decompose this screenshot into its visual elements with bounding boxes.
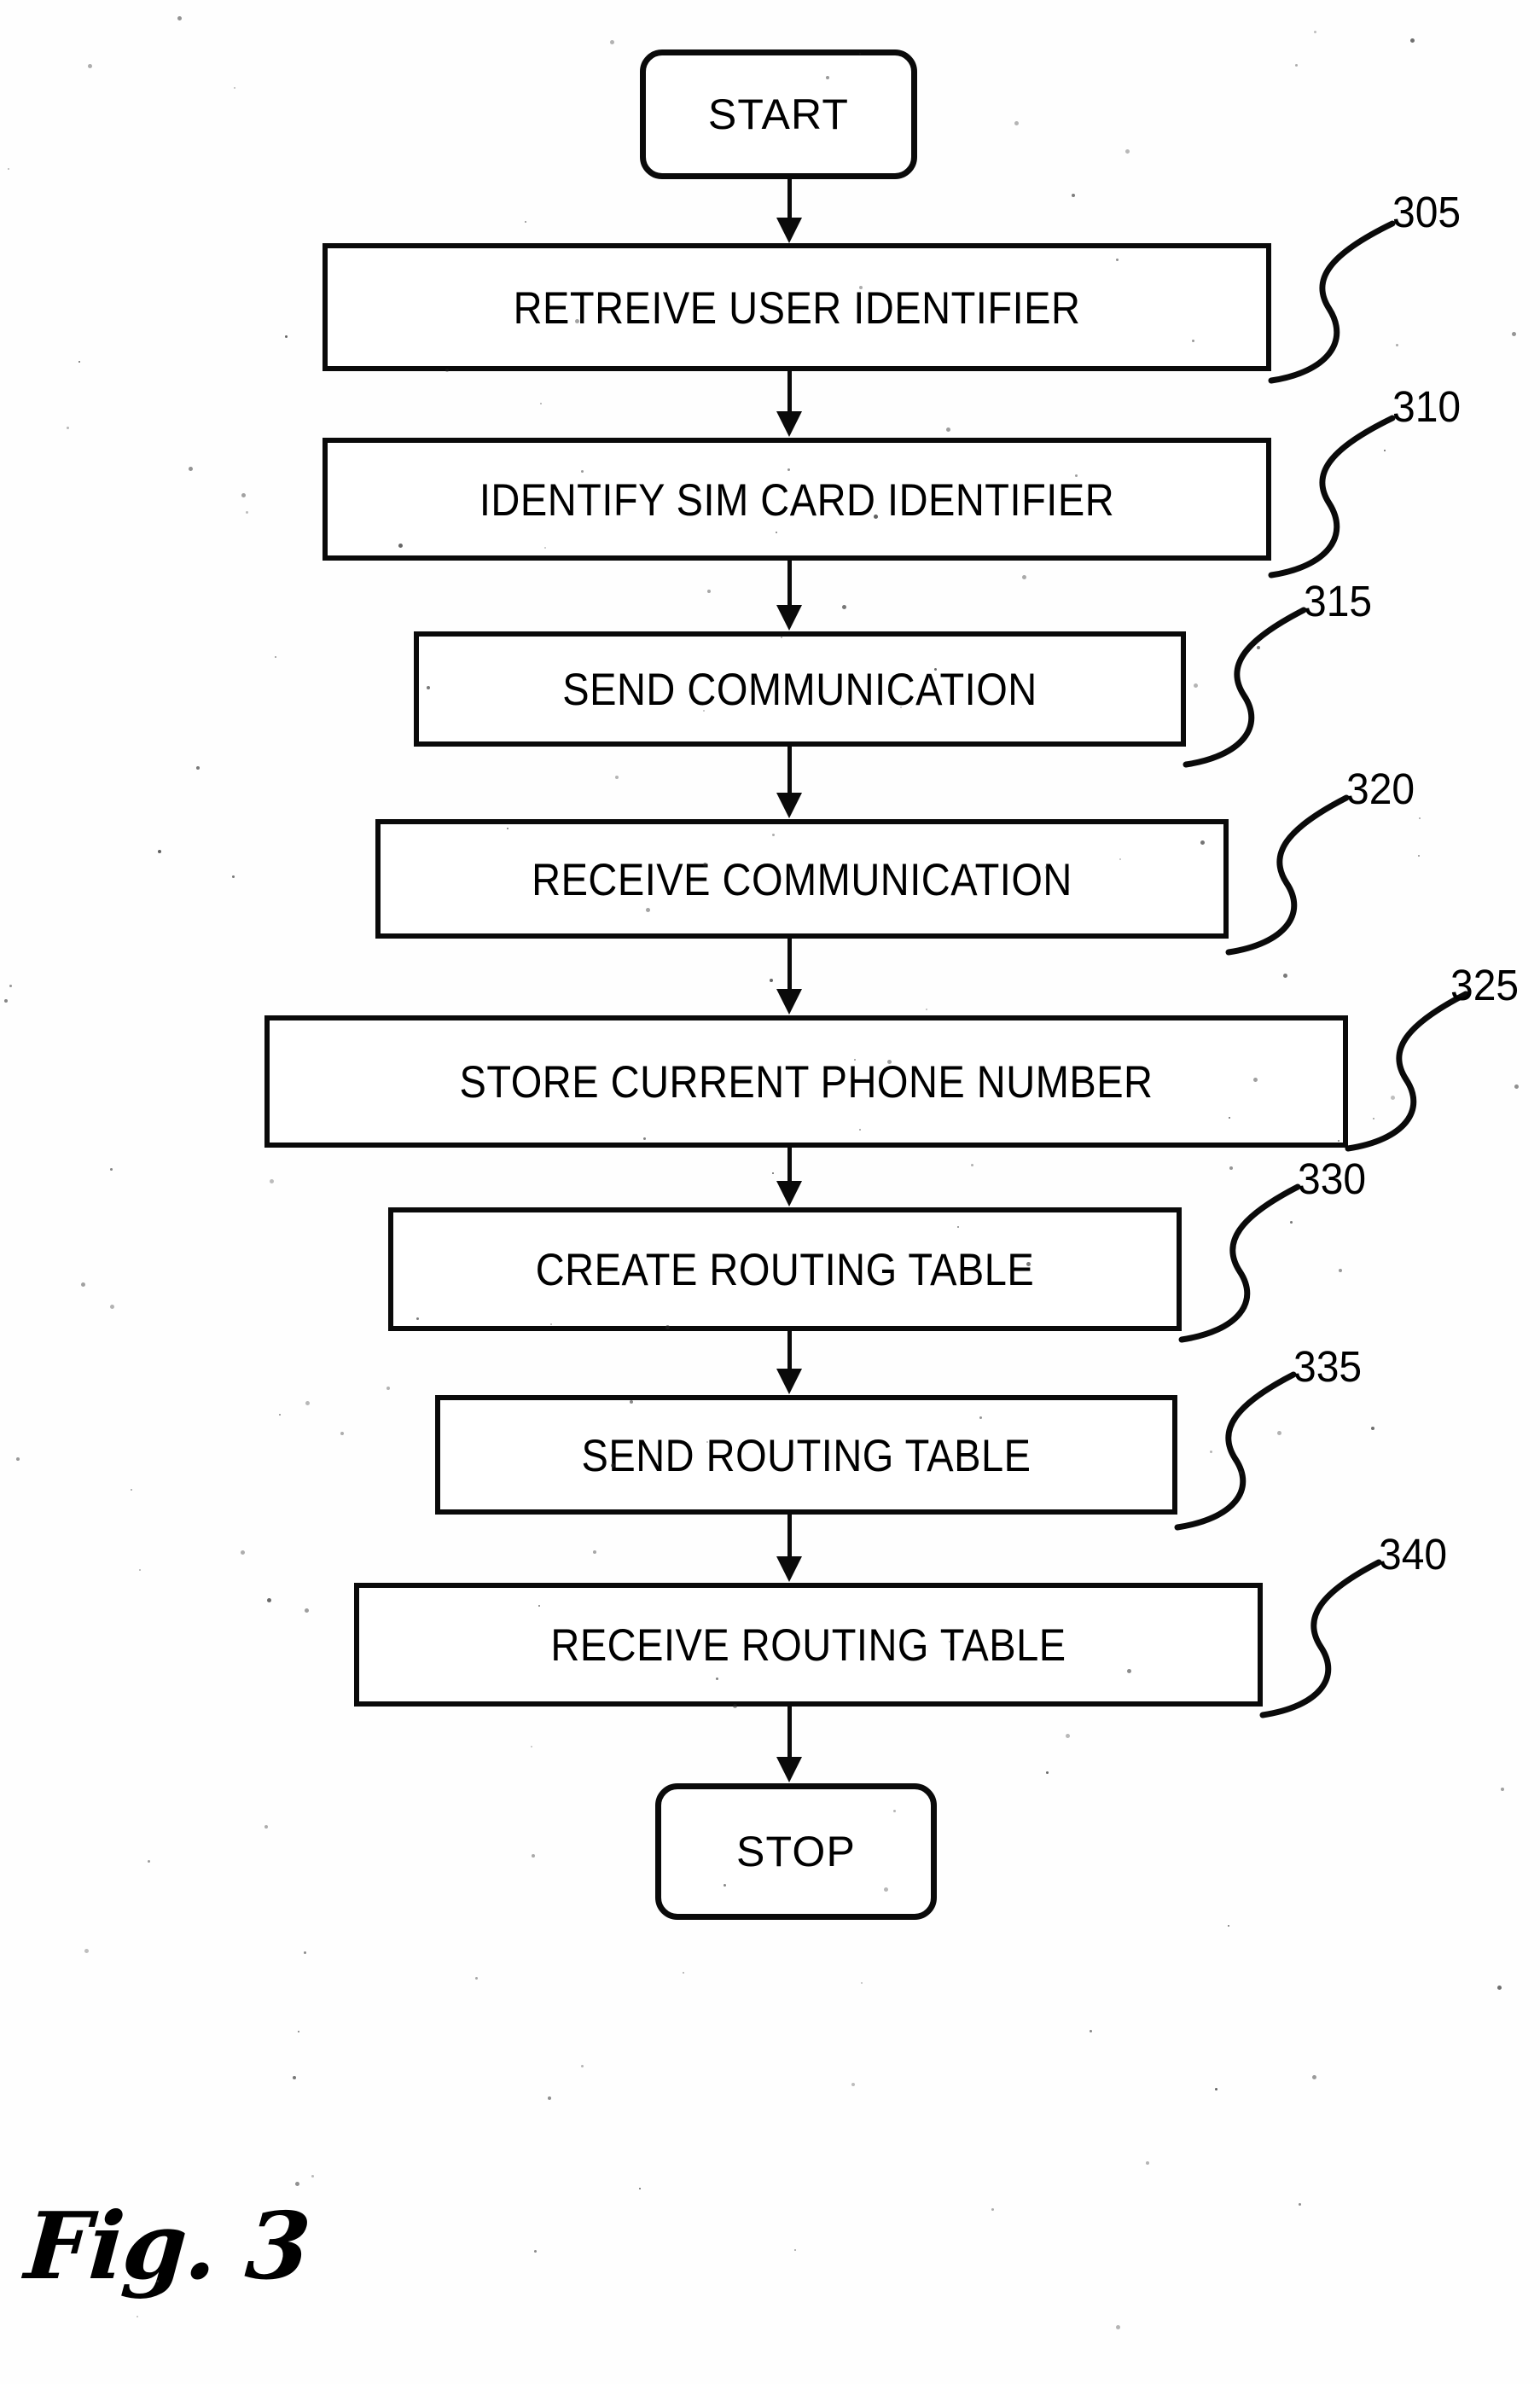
node-305-label: RETREIVE USER IDENTIFIER (513, 282, 1081, 333)
node-330-label: CREATE ROUTING TABLE (535, 1243, 1035, 1295)
leadline-310 (1268, 408, 1430, 579)
node-310-label: IDENTIFY SIM CARD IDENTIFIER (479, 474, 1115, 525)
refnum-330: 330 (1298, 1155, 1367, 1204)
node-send-routing-table: SEND ROUTING TABLE (435, 1395, 1177, 1515)
patent-figure-sheet: START RETREIVE USER IDENTIFIER IDENTIFY … (0, 0, 1540, 2384)
figure-caption: Fig. 3 (21, 2193, 312, 2300)
node-start: START (640, 49, 917, 179)
node-send-communication: SEND COMMUNICATION (414, 631, 1186, 747)
node-retreive-user-identifier: RETREIVE USER IDENTIFIER (323, 243, 1271, 371)
node-340-label: RECEIVE ROUTING TABLE (550, 1619, 1066, 1671)
node-320-label: RECEIVE COMMUNICATION (532, 853, 1072, 904)
refnum-315: 315 (1304, 578, 1373, 626)
refnum-335: 335 (1293, 1343, 1363, 1392)
node-stop: STOP (655, 1783, 937, 1920)
refnum-320: 320 (1346, 765, 1415, 814)
node-store-current-phone-number: STORE CURRENT PHONE NUMBER (264, 1015, 1348, 1148)
refnum-305: 305 (1392, 189, 1462, 237)
node-receive-routing-table: RECEIVE ROUTING TABLE (354, 1583, 1263, 1707)
node-identify-sim-card-identifier: IDENTIFY SIM CARD IDENTIFIER (323, 438, 1271, 561)
refnum-340: 340 (1379, 1531, 1448, 1579)
refnum-325: 325 (1450, 962, 1520, 1010)
node-335-label: SEND ROUTING TABLE (581, 1429, 1032, 1480)
leadline-305 (1268, 213, 1430, 384)
node-receive-communication: RECEIVE COMMUNICATION (375, 819, 1229, 939)
node-325-label: STORE CURRENT PHONE NUMBER (459, 1055, 1154, 1108)
refnum-310: 310 (1392, 383, 1462, 432)
node-create-routing-table: CREATE ROUTING TABLE (388, 1207, 1182, 1331)
node-315-label: SEND COMMUNICATION (562, 663, 1037, 715)
node-start-label: START (707, 90, 850, 138)
node-stop-label: STOP (735, 1828, 857, 1875)
